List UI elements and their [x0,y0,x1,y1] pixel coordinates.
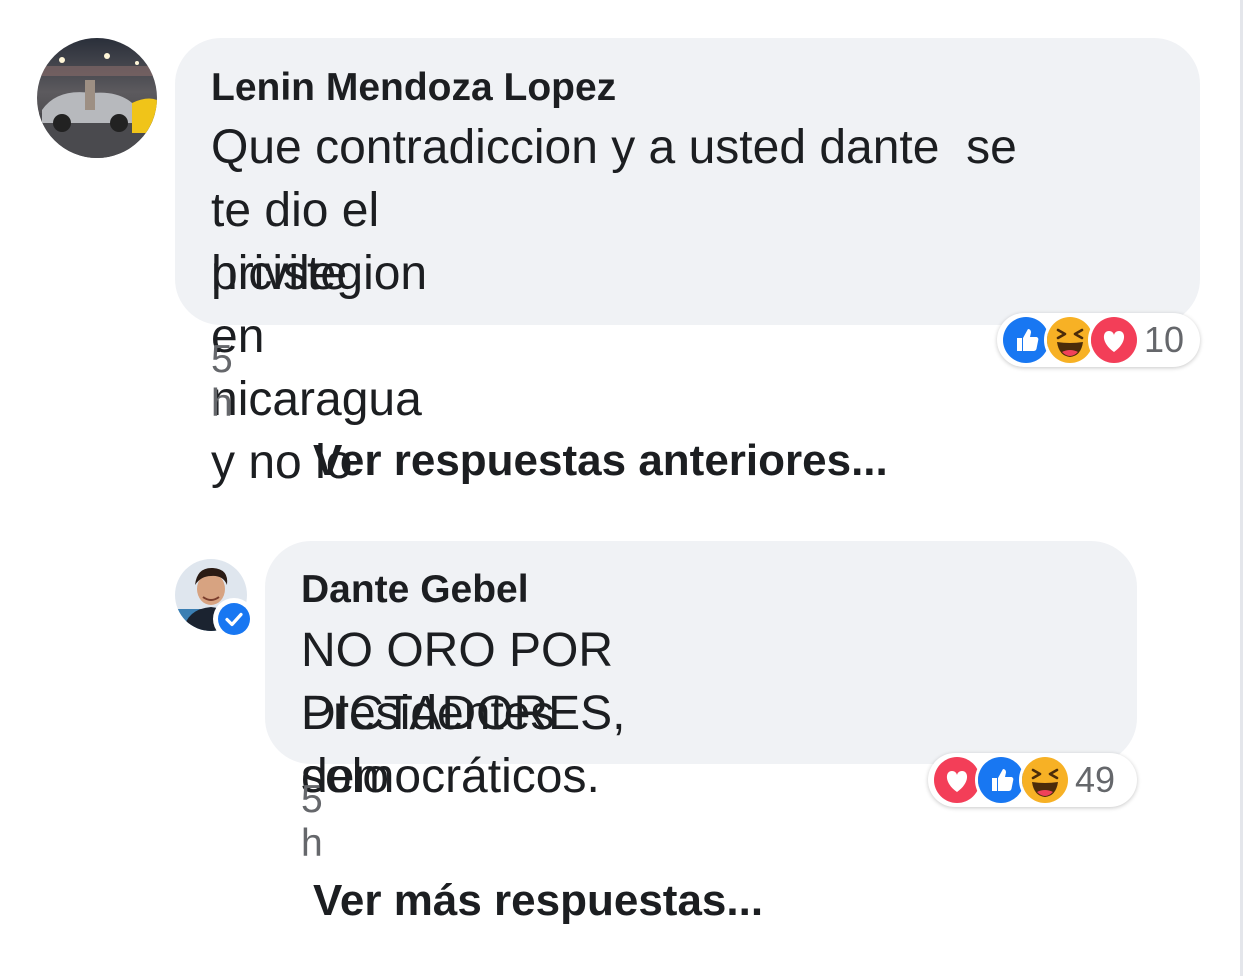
haha-icon [1019,754,1071,806]
love-icon [1088,314,1140,366]
avatar[interactable] [37,38,157,158]
reactions-summary[interactable]: 49 [928,753,1137,807]
reaction-count: 10 [1144,319,1185,360]
comment-text-line: Presidentes democráticos. [301,687,600,803]
comment-author[interactable]: Lenin Mendoza Lopez [211,66,616,110]
reaction-count: 49 [1075,759,1116,800]
comment-text-line: Que contradiccion y a usted dante se [211,121,1017,174]
avatar-photo-icon [37,38,157,158]
comment-timestamp[interactable]: 5 h [211,338,233,426]
comment-timestamp[interactable]: 5 h [301,778,323,866]
view-previous-replies-link[interactable]: Ver respuestas anteriores... [313,436,888,486]
verified-badge-icon [213,598,255,640]
view-more-replies-link[interactable]: Ver más respuestas... [313,876,763,926]
comment-author[interactable]: Dante Gebel [301,568,529,612]
reactions-summary[interactable]: 10 [997,313,1200,367]
